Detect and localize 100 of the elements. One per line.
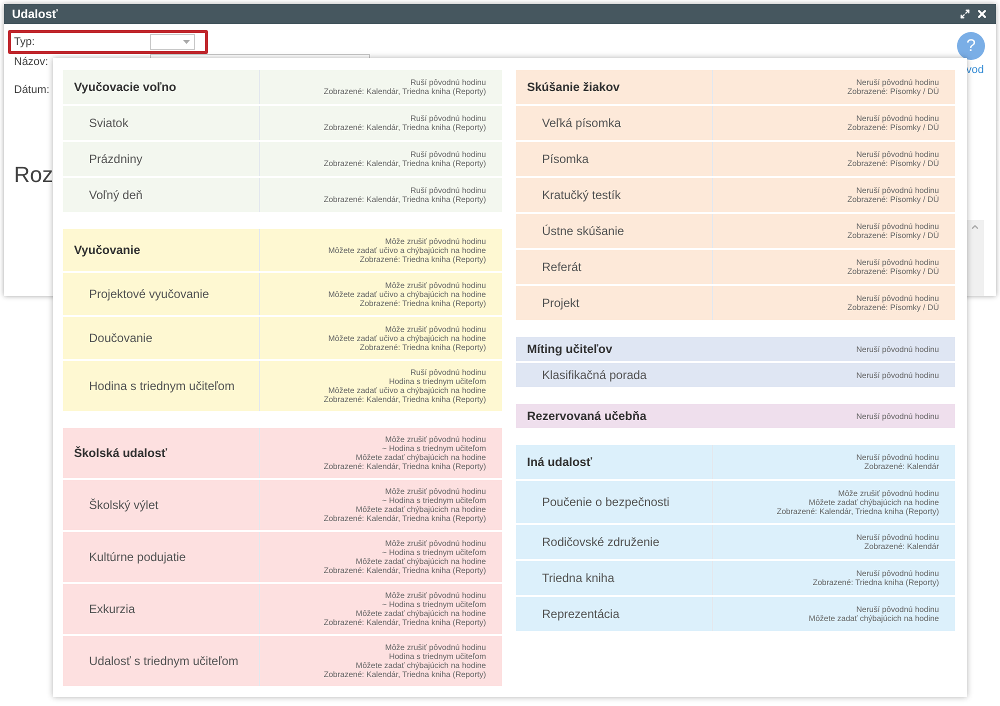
option-row[interactable]: Prázdniny Ruší pôvodnú hodinu Zobrazené: Kalendár, Triedna kniha (Reporty) [63,142,502,176]
option-detail: Zobrazené: Kalendár, Triedna kniha (Reporty) [324,123,486,132]
option-row[interactable]: Kratučký testík Neruší pôvodnú hodinu Zobrazené: Písomky / DÚ [516,178,955,212]
option-detail: Môže zrušiť pôvodnú hodinu [385,539,486,548]
option-detail: Ruší pôvodnú hodinu [410,368,486,377]
option-detail: Ruší pôvodnú hodinu [410,114,486,123]
option-row[interactable]: Skúšanie žiakov Neruší pôvodnú hodinu Zobrazené: Písomky / DÚ [516,70,955,104]
option-detail: Môžete zadať učivo a chýbajúcich na hodine [328,290,486,298]
option-row[interactable]: Písomka Neruší pôvodnú hodinu Zobrazené: Písomky / DÚ [516,142,955,176]
option-label: Ústne skúšanie [542,223,624,240]
option-detail: Neruší pôvodnú hodinu [856,78,939,87]
option-label: Projekt [542,295,580,312]
option-label: Rodičovské združenie [542,534,660,551]
option-detail: Zobrazené: Kalendár, Triedna kniha (Reporty) [324,670,486,679]
option-detail: Môžete zadať chýbajúcich na hodine [808,498,939,506]
option-label: Prázdniny [89,151,142,168]
option-detail: Môže zrušiť pôvodnú hodinu [385,643,486,652]
option-row[interactable]: Referát Neruší pôvodnú hodinu Zobrazené: Písomky / DÚ [516,250,955,284]
group-title: Iná udalosť [527,454,592,471]
option-detail: Zobrazené: Triedna kniha (Reporty) [360,342,486,352]
option-detail: Môže zrušiť pôvodnú hodinu [385,435,486,444]
option-row[interactable]: Exkurzia Môže zrušiť pôvodnú hodinu ~ Hodina s triednym učiteľom Môžete zadať chýbajúcich na hodine Zobrazené: Kalendár, Triedna kniha (Reporty) [63,584,502,634]
option-detail: Zobrazené: Kalendár, Triedna kniha (Reporty) [324,514,486,523]
help-link[interactable]: vod [966,62,984,78]
option-row[interactable]: Projektové vyučovanie Môže zrušiť pôvodnú hodinu Môžete zadať učivo a chýbajúcich na hodine Zobrazené: Triedna kniha (Reporty) [63,273,502,315]
option-detail: Zobrazené: Kalendár, Triedna kniha (Reporty) [324,566,486,575]
caret-icon [183,40,190,44]
option-row[interactable]: Školská udalosť Môže zrušiť pôvodnú hodinu ~ Hodina s triednym učiteľom Môžete zadať chýbajúcich na hodine Zobrazené: Kalendár, Triedna kniha (Reporty) [63,428,502,478]
option-row[interactable]: Ústne skúšanie Neruší pôvodnú hodinu Zobrazené: Písomky / DÚ [516,214,955,248]
option-row[interactable]: Kultúrne podujatie Môže zrušiť pôvodnú hodinu ~ Hodina s triednym učiteľom Môžete zadať chýbajúcich na hodine Zobrazené: Kalendár, Triedna kniha (Reporty) [63,532,502,582]
option-label: Hodina s triednym učiteľom [89,378,235,395]
option-row[interactable]: Poučenie o bezpečnosti Môže zrušiť pôvodnú hodinu Môžete zadať chýbajúcich na hodine Zobrazené: Kalendár, Triedna kniha (Reporty) [516,481,955,523]
option-row[interactable]: Míting učiteľov Neruší pôvodnú hodinu [516,337,955,361]
option-detail: Zobrazené: Písomky / DÚ [847,267,939,276]
option-label: Školský výlet [89,497,158,514]
option-detail: Môže zrušiť pôvodnú hodinu [385,591,486,600]
option-row[interactable]: Vyučovanie Môže zrušiť pôvodnú hodinu Môžete zadať učivo a chýbajúcich na hodine Zobrazené: Triedna kniha (Reporty) [63,229,502,271]
option-detail: Neruší pôvodnú hodinu [856,114,939,123]
option-row[interactable]: Sviatok Ruší pôvodnú hodinu Zobrazené: Kalendár, Triedna kniha (Reporty) [63,106,502,140]
option-detail: Neruší pôvodnú hodinu [856,605,939,614]
option-row[interactable]: Voľný deň Ruší pôvodnú hodinu Zobrazené: Kalendár, Triedna kniha (Reporty) [63,178,502,212]
option-label: Doučovanie [89,330,152,347]
option-row[interactable]: Klasifikačná porada Neruší pôvodnú hodinu [516,363,955,387]
option-label: Voľný deň [89,187,143,204]
option-row[interactable]: Hodina s triednym učiteľom Ruší pôvodnú hodinu Hodina s triednym učiteľom Môžete zadať učivo a chýbajúcich na hodine Zobrazené: Kalendár, Triedna kniha (Reporty) [63,361,502,411]
option-label: Referát [542,259,582,276]
option-detail: Zobrazené: Písomky / DÚ [847,303,939,312]
option-detail: Zobrazené: Kalendár [864,542,939,551]
option-label: Písomka [542,151,589,168]
option-row[interactable]: Rodičovské združenie Neruší pôvodnú hodinu Zobrazené: Kalendár [516,525,955,559]
option-row[interactable]: Iná udalosť Neruší pôvodnú hodinu Zobrazené: Kalendár [516,445,955,479]
option-detail: Neruší pôvodnú hodinu [856,186,939,195]
option-detail: Zobrazené: Písomky / DÚ [847,87,939,96]
option-detail: Zobrazené: Kalendár, Triedna kniha (Reporty) [324,618,486,627]
option-detail: Neruší pôvodnú hodinu [856,344,939,354]
option-row[interactable]: Školský výlet Môže zrušiť pôvodnú hodinu ~ Hodina s triednym učiteľom Môžete zadať chýbajúcich na hodine Zobrazené: Kalendár, Triedna kniha (Reporty) [63,480,502,530]
option-row[interactable]: Projekt Neruší pôvodnú hodinu Zobrazené: Písomky / DÚ [516,286,955,320]
option-detail: Zobrazené: Kalendár, Triedna kniha (Reporty) [324,395,486,404]
window-title: Udalosť [12,6,58,23]
option-detail: Hodina s triednym učiteľom [388,652,486,661]
option-detail: Ruší pôvodnú hodinu [410,150,486,159]
option-detail: Môžete zadať chýbajúcich na hodine [356,557,486,566]
option-detail: Zobrazené: Kalendár, Triedna kniha (Reporty) [324,159,486,168]
option-label: Exkurzia [89,601,136,618]
option-detail: Môžete zadať učivo a chýbajúcich na hodine [328,246,486,254]
option-row[interactable]: Veľká písomka Neruší pôvodnú hodinu Zobrazené: Písomky / DÚ [516,106,955,140]
option-label: Veľká písomka [542,115,621,132]
option-detail: Hodina s triednym učiteľom [388,377,486,386]
option-detail: Môžete zadať učivo a chýbajúcich na hodine [328,386,486,395]
option-detail: Neruší pôvodnú hodinu [856,533,939,542]
option-detail: Môžete zadať chýbajúcich na hodine [356,505,486,514]
option-detail: Môžete zadať chýbajúcich na hodine [808,614,939,623]
group-title: Školská udalosť [74,445,168,462]
option-row[interactable]: Reprezentácia Neruší pôvodnú hodinu Môžete zadať chýbajúcich na hodine [516,597,955,631]
option-detail: ~ Hodina s triednym učiteľom [382,496,486,505]
option-detail: Zobrazené: Triedna kniha (Reporty) [360,298,486,308]
option-detail: Môžete zadať učivo a chýbajúcich na hodine [328,334,486,342]
option-row[interactable]: Triedna kniha Neruší pôvodnú hodinu Zobrazené: Triedna kniha (Reporty) [516,561,955,595]
option-row[interactable]: Udalosť s triednym učiteľom Môže zrušiť pôvodnú hodinu Hodina s triednym učiteľom Môžete zadať chýbajúcich na hodine Zobrazené: Kalendár, Triedna kniha (Reporty) [63,636,502,686]
maximize-icon[interactable] [960,9,970,19]
option-label: Udalosť s triednym učiteľom [89,653,238,670]
option-row[interactable]: Rezervovaná učebňa Neruší pôvodnú hodinu [516,404,955,428]
group-title: Rezervovaná učebňa [527,408,646,425]
option-detail: Neruší pôvodnú hodinu [856,150,939,159]
field-label: Dátum: [14,82,50,98]
option-label: Sviatok [89,115,128,132]
option-label: Projektové vyučovanie [89,286,210,303]
option-row[interactable]: Doučovanie Môže zrušiť pôvodnú hodinu Môžete zadať učivo a chýbajúcich na hodine Zobrazené: Triedna kniha (Reporty) [63,317,502,359]
option-detail: Môže zrušiť pôvodnú hodinu [385,236,486,246]
option-detail: Ruší pôvodnú hodinu [410,186,486,195]
option-detail: Zobrazené: Kalendár [864,462,939,471]
close-icon[interactable] [976,8,988,20]
option-detail: Môže zrušiť pôvodnú hodinu [385,487,486,496]
option-detail: Zobrazené: Kalendár, Triedna kniha (Reporty) [324,462,486,471]
option-label: Klasifikačná porada [542,367,647,384]
option-detail: Môže zrušiť pôvodnú hodinu [385,280,486,290]
option-row[interactable]: Vyučovacie voľno Ruší pôvodnú hodinu Zobrazené: Kalendár, Triedna kniha (Reporty) [63,70,502,104]
option-detail: Zobrazené: Kalendár, Triedna kniha (Reporty) [324,195,486,204]
option-detail: Môžete zadať chýbajúcich na hodine [356,609,486,618]
option-detail: Neruší pôvodnú hodinu [856,370,939,380]
